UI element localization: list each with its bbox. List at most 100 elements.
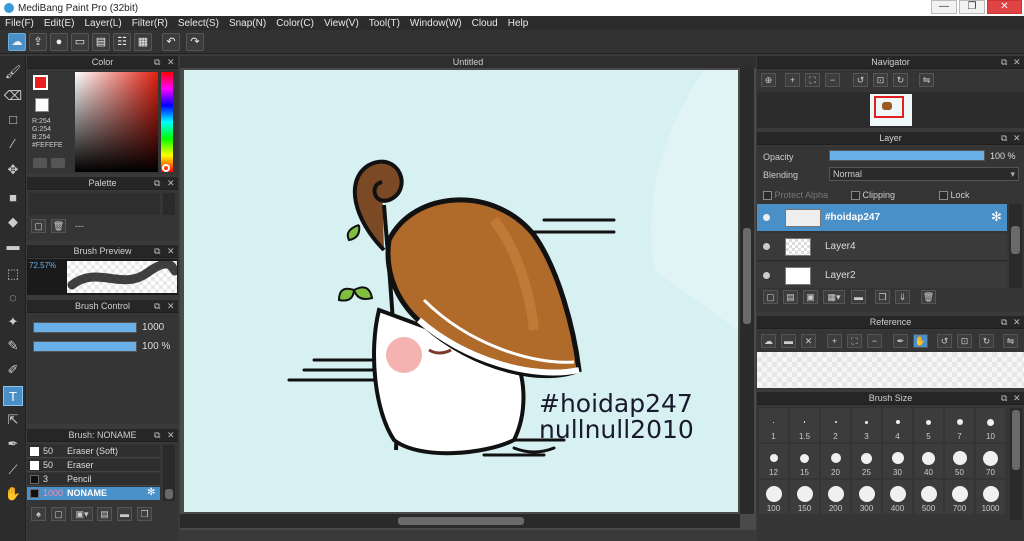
hand-icon[interactable]: ✋ (913, 334, 928, 348)
protect-alpha-checkbox[interactable] (763, 191, 772, 201)
brush-tool-icon[interactable]: 🖌 (3, 62, 23, 82)
brush-size-preset[interactable]: 150 (790, 480, 819, 514)
brush-size-preset[interactable]: 300 (852, 480, 881, 514)
eye-icon[interactable] (763, 243, 770, 250)
canvas-horizontal-scrollbar[interactable] (180, 514, 740, 528)
brush-list-scrollbar[interactable] (163, 445, 175, 501)
menu-layer[interactable]: Layer(L) (79, 18, 126, 29)
brush-size-preset[interactable]: 20 (821, 444, 850, 478)
clipping-checkbox[interactable] (851, 191, 860, 201)
brush-size-preset[interactable]: 400 (883, 480, 912, 514)
brush-size-preset[interactable]: 700 (945, 480, 974, 514)
cloud-icon[interactable]: ☁ (761, 334, 776, 348)
menu-window[interactable]: Window(W) (405, 18, 467, 29)
lock-toggle[interactable]: Lock (939, 190, 970, 201)
canvas[interactable]: #hoidap247 nullnull2010 (184, 70, 738, 512)
gradient-tool-icon[interactable]: ▬ (3, 236, 23, 256)
layer-scrollbar[interactable] (1009, 204, 1022, 288)
lasso-tool-icon[interactable]: ◌ (3, 288, 23, 308)
new-layer-icon[interactable]: ▢ (763, 290, 778, 304)
close-icon[interactable]: ✕ (1013, 392, 1021, 405)
popout-icon[interactable]: ⧉ (154, 429, 160, 442)
chat-icon[interactable]: ▭ (71, 33, 89, 51)
zoom-out-icon[interactable]: − (825, 73, 840, 87)
select-eraser-tool-icon[interactable]: ✐ (3, 360, 23, 380)
popout-icon[interactable]: ⧉ (154, 56, 160, 69)
close-reference-icon[interactable]: ✕ (801, 334, 816, 348)
shape-fill-tool-icon[interactable]: ■ (3, 188, 23, 208)
dot-tool-icon[interactable]: □ (3, 110, 23, 130)
merge-layer-icon[interactable]: ⇓ (895, 290, 910, 304)
hand-tool-icon[interactable]: ✋ (3, 484, 23, 504)
popout-icon[interactable]: ⧉ (154, 245, 160, 258)
color-mode-button[interactable] (33, 158, 47, 168)
brush-size-preset[interactable]: 1 (759, 408, 788, 442)
layer-opacity-slider[interactable] (829, 150, 985, 161)
brush-list-item[interactable]: 50 Eraser (27, 459, 160, 472)
new-palette-icon[interactable]: ▢ (31, 219, 46, 233)
new-layer-1bit-icon[interactable]: ▣ (803, 290, 818, 304)
move-tool-icon[interactable]: ✥ (3, 160, 23, 180)
rotate-right-icon[interactable]: ↻ (979, 334, 994, 348)
brush-list-item[interactable]: 50 Eraser (Soft) (27, 445, 160, 458)
canvas-vertical-scrollbar[interactable] (740, 68, 754, 514)
line-tool-icon[interactable]: ∕ (3, 134, 23, 154)
new-brush-icon[interactable]: ▢ (51, 507, 66, 521)
eyedropper-tool-icon[interactable]: ✒ (3, 434, 23, 454)
brush-size-preset[interactable]: 4 (883, 408, 912, 442)
menu-view[interactable]: View(V) (319, 18, 364, 29)
menu-filter[interactable]: Filter(R) (127, 18, 173, 29)
brush-size-preset[interactable]: 25 (852, 444, 881, 478)
popout-icon[interactable]: ⧉ (1001, 132, 1007, 145)
select-pen-tool-icon[interactable]: ✎ (3, 336, 23, 356)
flip-icon[interactable]: ⇋ (919, 73, 934, 87)
fit-icon[interactable]: ⛶ (847, 334, 862, 348)
gear-icon[interactable]: ✻ (147, 487, 155, 498)
brush-size-preset[interactable]: 12 (759, 444, 788, 478)
add-brush-icon[interactable]: ♠ (31, 507, 46, 521)
close-icon[interactable]: ✕ (167, 245, 175, 258)
eye-icon[interactable] (763, 272, 770, 279)
delete-palette-icon[interactable]: 🗑 (51, 219, 66, 233)
popout-icon[interactable]: ⧉ (154, 300, 160, 313)
brush-size-preset[interactable]: 50 (945, 444, 974, 478)
zoom-fit-icon[interactable]: ⊕ (761, 73, 776, 87)
close-icon[interactable]: ✕ (1013, 56, 1021, 69)
comment-icon[interactable]: ● (50, 33, 68, 51)
rotate-right-icon[interactable]: ↻ (893, 73, 908, 87)
layer-opacity-value[interactable]: 100 % (990, 151, 1016, 161)
flip-icon[interactable]: ⇋ (1003, 334, 1018, 348)
lock-checkbox[interactable] (939, 191, 948, 201)
menu-edit[interactable]: Edit(E) (39, 18, 80, 29)
folder-icon[interactable]: ▬ (117, 507, 132, 521)
zoom-in-icon[interactable]: + (827, 334, 842, 348)
duplicate-icon[interactable]: ❐ (137, 507, 152, 521)
saturation-value-picker[interactable] (75, 72, 158, 172)
operation-tool-icon[interactable]: ⇱ (3, 410, 23, 430)
menu-cloud[interactable]: Cloud (467, 18, 503, 29)
menu-help[interactable]: Help (503, 18, 534, 29)
menu-snap[interactable]: Snap(N) (224, 18, 271, 29)
clipping-toggle[interactable]: Clipping (851, 190, 895, 201)
rotate-left-icon[interactable]: ↺ (853, 73, 868, 87)
menu-color[interactable]: Color(C) (271, 18, 319, 29)
palette-swatch-area[interactable] (29, 193, 160, 215)
close-icon[interactable]: ✕ (1013, 316, 1021, 329)
magic-wand-tool-icon[interactable]: ✦ (3, 312, 23, 332)
brush-size-preset[interactable]: 500 (914, 480, 943, 514)
redo-icon[interactable]: ↷ (186, 33, 204, 51)
brush-size-preset[interactable]: 10 (976, 408, 1005, 442)
color-swap-button[interactable] (51, 158, 65, 168)
fit-canvas-icon[interactable]: ⊡ (873, 73, 888, 87)
palette-scrollbar[interactable] (163, 193, 175, 215)
folder-icon[interactable]: ▬ (851, 290, 866, 304)
open-folder-icon[interactable]: ▬ (781, 334, 796, 348)
eraser-tool-icon[interactable]: ⌫ (3, 86, 23, 106)
brush-menu-icon[interactable]: ▣▾ (71, 507, 93, 521)
pipette-tool-icon[interactable]: ⟋ (3, 460, 23, 480)
upload-icon[interactable]: ⇪ (29, 33, 47, 51)
gear-icon[interactable]: ✻ (991, 209, 1002, 225)
list-icon[interactable]: ☷ (113, 33, 131, 51)
duplicate-layer-icon[interactable]: ❐ (875, 290, 890, 304)
zoom-in-icon[interactable]: + (785, 73, 800, 87)
